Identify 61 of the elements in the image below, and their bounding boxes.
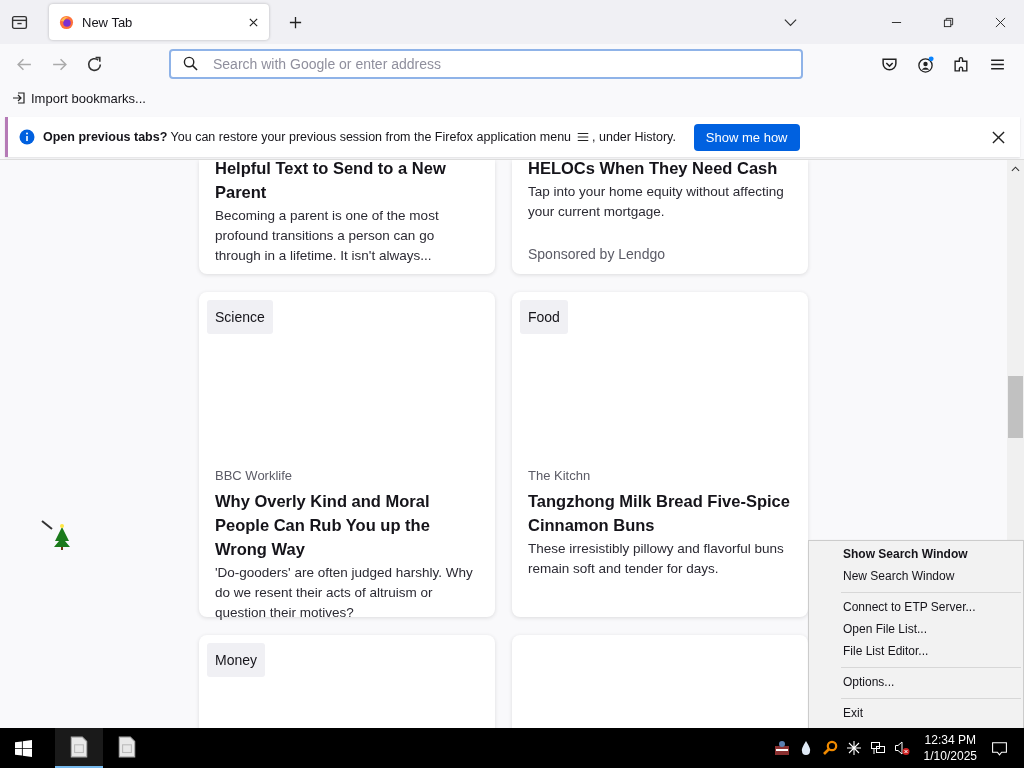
import-bookmarks-button[interactable]: Import bookmarks... xyxy=(8,88,150,108)
speaker-muted-icon[interactable] xyxy=(893,740,910,756)
notifications-icon[interactable] xyxy=(991,739,1008,757)
show-me-how-button[interactable]: Show me how xyxy=(693,123,800,151)
story-source: BBC Worklife xyxy=(215,468,294,483)
reload-icon[interactable] xyxy=(86,55,103,73)
notification-message-end: , under History. xyxy=(592,130,676,144)
story-card[interactable]: Helpful Text to Send to a New Parent Becoming a parent is one of the most profound transitions a person can go through in a lifetime. It isn't always... xyxy=(199,160,495,274)
menu-item[interactable]: Exit xyxy=(809,703,1023,725)
menu-icon xyxy=(576,130,591,144)
puzzle-icon[interactable] xyxy=(953,55,970,73)
tab-list-icon[interactable] xyxy=(11,13,28,31)
info-icon xyxy=(19,129,35,145)
sponsor-label: Sponsored by Lendgo xyxy=(528,246,666,262)
scrollbar-thumb[interactable] xyxy=(1008,376,1023,438)
story-card[interactable]: Money xyxy=(199,635,495,728)
start-icon[interactable] xyxy=(15,739,32,757)
tab-title: New Tab xyxy=(82,14,134,30)
menu-item[interactable]: Options... xyxy=(809,672,1023,694)
story-title: HELOCs When They Need Cash xyxy=(528,160,779,179)
clock-time: 12:34 PM xyxy=(924,732,976,748)
story-excerpt: Tap into your home equity without affecting your current mortgage. xyxy=(528,183,785,221)
story-source: The Kitchn xyxy=(528,468,592,483)
menu-item[interactable]: Connect to ETP Server... xyxy=(809,597,1023,619)
scroll-up-icon[interactable] xyxy=(1011,166,1020,172)
new-tab-icon[interactable] xyxy=(288,14,303,30)
category-tag: Science xyxy=(207,300,273,334)
story-card[interactable]: HELOCs When They Need Cash Tap into your home equity without affecting your current mortgage. Sponsored by Lendgo xyxy=(512,160,808,274)
menu-item[interactable]: File List Editor... xyxy=(809,641,1023,663)
browser-tab[interactable]: New Tab xyxy=(49,4,269,40)
pocket-icon[interactable] xyxy=(881,55,898,73)
taskbar-app[interactable] xyxy=(55,728,103,768)
network-icon[interactable] xyxy=(869,740,886,756)
menu-item[interactable]: New Search Window xyxy=(809,566,1023,588)
asterisk-icon[interactable] xyxy=(845,740,862,756)
close-icon[interactable] xyxy=(992,130,1005,144)
document-icon xyxy=(70,736,88,758)
tray-app-icon[interactable] xyxy=(773,740,790,756)
story-excerpt: These irresistibly pillowy and flavorful buns remain soft and tender for days. xyxy=(528,540,785,578)
story-title: Helpful Text to Send to a New Parent xyxy=(215,160,447,203)
story-excerpt: Becoming a parent is one of the most profound transitions a person can go through in a lifetime. It isn't always... xyxy=(215,207,440,265)
browser-logo-icon xyxy=(59,14,74,30)
import-icon xyxy=(12,91,26,105)
story-card[interactable]: Food The Kitchn Tangzhong Milk Bread Five-Spice Cinnamon Buns These irresistibly pillowy and flavorful buns remain soft and tender for days. xyxy=(512,292,808,617)
close-icon[interactable] xyxy=(995,16,1006,28)
address-field[interactable]: Search with Google or enter address xyxy=(169,49,803,79)
close-tab-icon[interactable] xyxy=(248,16,259,28)
story-title: Tangzhong Milk Bread Five-Spice Cinnamon Buns xyxy=(528,491,791,536)
menu-item[interactable]: Show Search Window xyxy=(809,544,1023,566)
document-icon xyxy=(118,736,136,758)
magnifier-icon[interactable] xyxy=(821,740,838,756)
account-icon[interactable] xyxy=(917,55,934,73)
category-tag: Food xyxy=(520,300,568,334)
notification-message: Open previous tabs? You can restore your previous session from the Firefox application menu xyxy=(43,130,572,144)
clock-date: 1/10/2025 xyxy=(923,748,977,764)
story-title: Why Overly Kind and Moral People Can Rub You up the Wrong Way xyxy=(215,491,431,560)
restore-icon[interactable] xyxy=(943,16,954,28)
menu-item[interactable]: Open File List... xyxy=(809,619,1023,641)
category-tag: Money xyxy=(207,643,266,677)
search-icon xyxy=(183,56,198,71)
taskbar-clock[interactable]: 12:34 PM 1/10/2025 xyxy=(923,732,977,764)
